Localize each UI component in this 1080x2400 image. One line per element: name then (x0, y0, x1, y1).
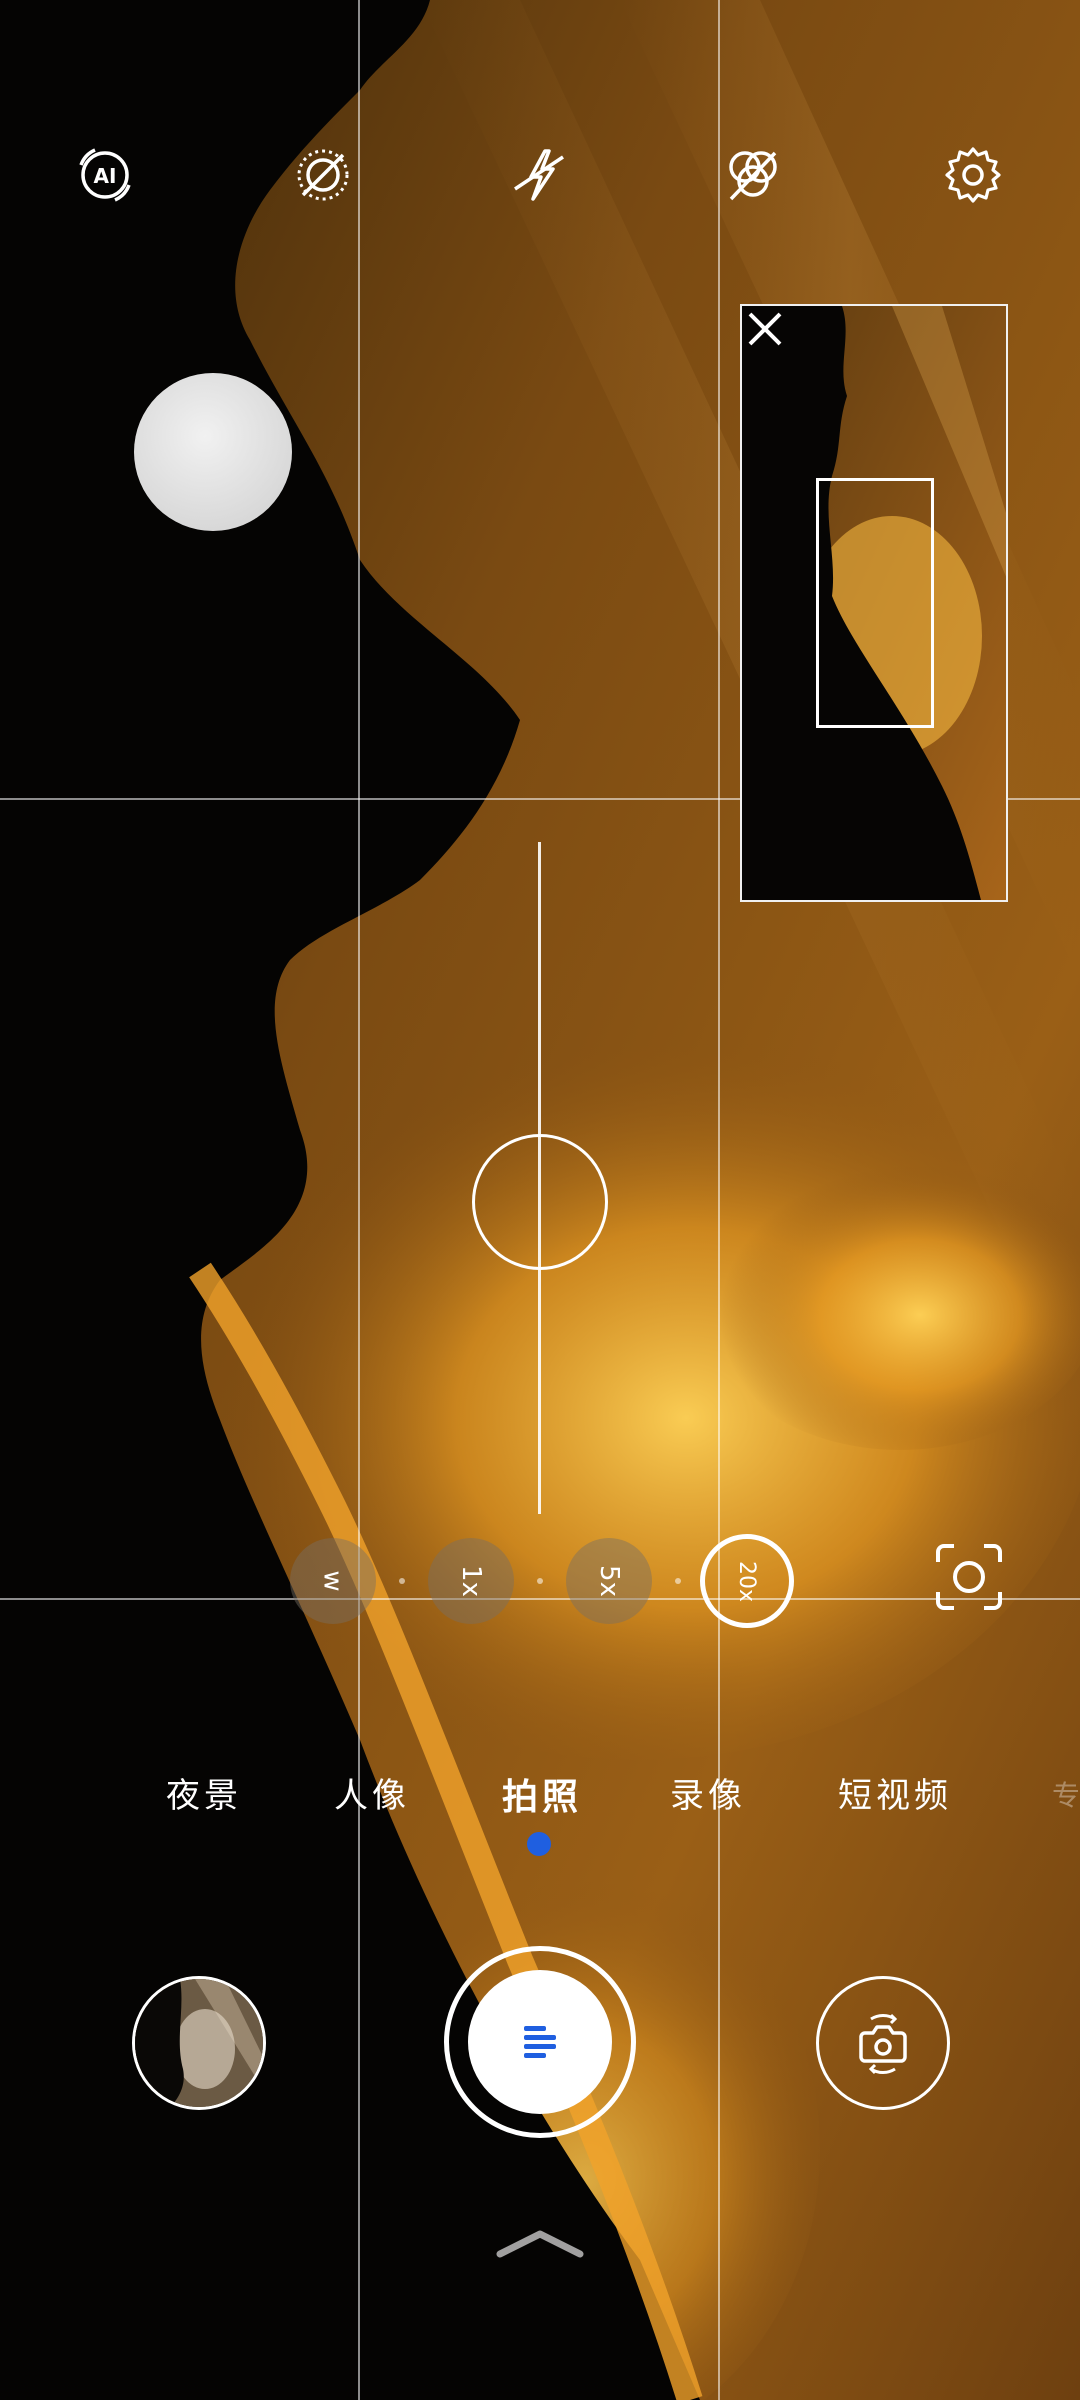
aperture-button[interactable] (288, 140, 358, 210)
zoom-divider-dot (399, 1578, 405, 1584)
flash-off-icon (514, 149, 564, 201)
ai-button[interactable]: AI (70, 140, 140, 210)
menu-icon (524, 2026, 556, 2058)
grid-line-horizontal-2 (0, 1598, 1080, 1600)
focus-subject-indicator (134, 373, 292, 531)
flip-camera-icon (859, 2013, 907, 2075)
mode-photo[interactable]: 拍照 (502, 1768, 582, 1820)
zoom-preset-5x[interactable]: 5x (566, 1538, 652, 1624)
gallery-thumbnail[interactable] (132, 1976, 266, 2110)
mode-active-indicator (527, 1832, 551, 1856)
zoom-preset-20x[interactable]: 20x (700, 1534, 794, 1628)
mode-short-video[interactable]: 短视频 (838, 1768, 952, 1817)
grid-line-vertical-2 (718, 0, 720, 2400)
shutter-button[interactable] (468, 1970, 612, 2114)
ai-icon: AI (79, 148, 131, 202)
filter-button[interactable] (718, 140, 788, 210)
filter-off-icon (729, 151, 777, 201)
navigator-view-frame (816, 478, 934, 728)
zoom-preset-label: 5x (594, 1565, 624, 1597)
svg-text:AI: AI (94, 164, 117, 188)
zoom-preset-label: 1x (456, 1565, 486, 1597)
zoom-preset-wide[interactable]: w (290, 1538, 376, 1624)
zoom-preset-label: 20x (734, 1560, 760, 1602)
close-icon[interactable] (742, 306, 788, 352)
flash-button[interactable] (504, 140, 574, 210)
flip-camera-button[interactable] (816, 1976, 950, 2110)
zoom-slider-thumb[interactable] (472, 1134, 608, 1270)
zoom-divider-dot (537, 1578, 543, 1584)
mode-night[interactable]: 夜景 (166, 1768, 242, 1817)
chevron-up-icon[interactable] (494, 2226, 586, 2260)
gear-icon (945, 147, 1001, 203)
zoom-preset-label: w (317, 1570, 348, 1592)
mode-next-partial[interactable]: 专 (1052, 1774, 1080, 1814)
grid-line-vertical-1 (358, 0, 360, 2400)
mode-portrait[interactable]: 人像 (334, 1768, 410, 1817)
gallery-preview (135, 1979, 263, 2107)
aperture-off-icon (297, 149, 349, 201)
zoom-preset-1x[interactable]: 1x (428, 1538, 514, 1624)
zoom-divider-dot (675, 1578, 681, 1584)
scan-icon[interactable] (932, 1540, 1006, 1614)
mode-video[interactable]: 录像 (670, 1768, 746, 1817)
zoom-navigator (740, 304, 1008, 902)
settings-button[interactable] (938, 140, 1008, 210)
